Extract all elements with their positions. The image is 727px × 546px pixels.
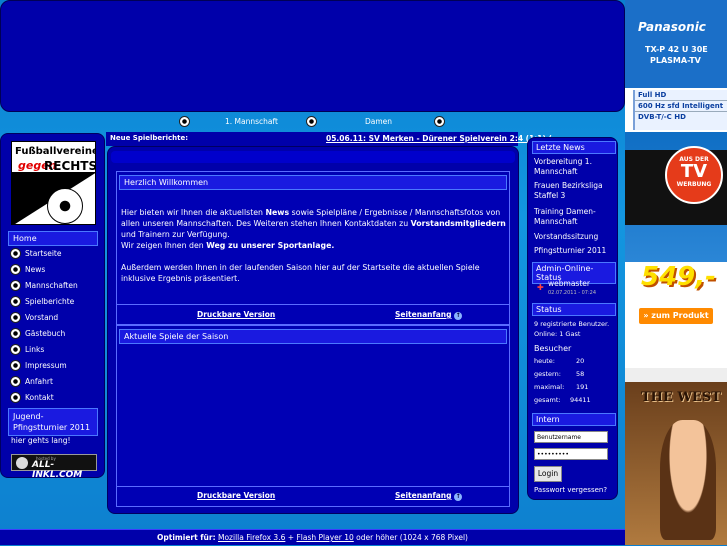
football-icon (10, 312, 21, 323)
menu-item-gaestebuch[interactable]: Gästebuch (10, 326, 65, 341)
football-icon (10, 360, 21, 371)
nav-link-first-team[interactable]: 1. Mannschaft (225, 117, 278, 126)
content-spacer (111, 151, 515, 163)
visitors-heading: Besucher (534, 344, 572, 353)
match-report-ticker: Neue Spielberichte: 05.06.11: SV Merken … (106, 132, 552, 146)
admin-name: webmaster (548, 279, 590, 288)
hoster-logo-icon (16, 457, 28, 469)
advertisement-banner[interactable]: Panasonic TX-P 42 U 30E PLASMA-TV Full H… (625, 0, 727, 545)
header-banner (0, 0, 625, 112)
ad-model: TX-P 42 U 30E (645, 45, 708, 54)
football-icon (10, 392, 21, 403)
board-members-link[interactable]: Vorstandsmitgliedern (411, 219, 506, 228)
football-icon (10, 280, 21, 291)
status-heading: Status (532, 303, 616, 316)
news-item[interactable]: Vorbereitung 1. Mannschaft (534, 157, 614, 177)
online-guests: Online: 1 Gast (534, 330, 581, 338)
welcome-title: Herzlich Willkommen (119, 175, 507, 190)
top-navigation: 1. Mannschaft Damen (107, 112, 517, 132)
menu-item-links[interactable]: Links (10, 342, 44, 357)
visitor-stat: heute: 20 (534, 357, 585, 365)
menu-item-startseite[interactable]: Startseite (10, 246, 61, 261)
intern-heading: Intern (532, 413, 616, 426)
football-icon (10, 248, 21, 259)
football-icon (10, 328, 21, 339)
visitor-stat: maximal: 191 (534, 383, 589, 391)
ticker-link[interactable]: 05.06.11: SV Merken - Dürener Spielverei… (326, 134, 552, 143)
left-sidebar: Fußballvereine gegen RECHTS Home Startse… (0, 133, 105, 480)
user-offline-icon: ✚ (537, 283, 544, 292)
arrow-up-icon: ↑ (454, 312, 463, 320)
menu-item-mannschaften[interactable]: Mannschaften (10, 278, 78, 293)
print-version-link[interactable]: Druckbare Version (197, 491, 275, 500)
menu-heading-home: Home (8, 231, 98, 246)
football-icon (10, 376, 21, 387)
username-field[interactable] (534, 431, 608, 443)
ad-price: 549,- (641, 262, 716, 292)
football-icon (179, 116, 190, 127)
divider (117, 486, 509, 487)
menu-item-spielberichte[interactable]: Spielberichte (10, 294, 74, 309)
football-icon (10, 296, 21, 307)
news-item[interactable]: Pfingstturnier 2011 (534, 246, 618, 256)
menu-item-kontakt[interactable]: Kontakt (10, 390, 54, 405)
page-top-link[interactable]: Seitenanfang ↑ (395, 491, 463, 501)
menu-item-anfahrt[interactable]: Anfahrt (10, 374, 53, 389)
game-ad-title: THE WEST (641, 390, 721, 405)
flash-link[interactable]: Flash Player 10 (296, 533, 353, 542)
visitor-stat: gesamt: 94411 (534, 396, 591, 404)
football-icon (10, 344, 21, 355)
divider (117, 304, 509, 305)
ad-type: PLASMA-TV (650, 56, 701, 65)
visitor-stat: gestern: 58 (534, 370, 585, 378)
menu-item-impressum[interactable]: Impressum (10, 358, 67, 373)
main-content: Herzlich Willkommen Hier bieten wir Ihne… (107, 146, 519, 514)
tournament-heading: Jugend-Pfingstturnier 2011 (8, 408, 98, 436)
directions-link[interactable]: Weg zu unserer Sportanlage. (206, 241, 334, 250)
ad-retailer: EURONICS (637, 343, 701, 356)
footer: Optimiert für: Mozilla Firefox 3.6 + Fla… (0, 529, 625, 545)
tournament-link[interactable]: hier gehts lang! (11, 436, 70, 445)
football-icon (434, 116, 445, 127)
news-item[interactable]: Frauen Bezirksliga Staffel 3 (534, 181, 614, 201)
club-logo: Fußballvereine gegen RECHTS (11, 141, 96, 225)
news-item[interactable]: Vorstandssitzung (534, 232, 618, 242)
welcome-box: Herzlich Willkommen Hier bieten wir Ihne… (116, 171, 510, 325)
cowboy-character (660, 420, 716, 540)
hoster-badge[interactable]: hosted by ALL-INKL.COM (11, 454, 97, 480)
menu-item-vorstand[interactable]: Vorstand (10, 310, 58, 325)
firefox-link[interactable]: Mozilla Firefox 3.6 (218, 533, 285, 542)
forgot-password-link[interactable]: Passwort vergessen? (534, 486, 607, 494)
tv-ad-badge: AUS DER TV WERBUNG (665, 146, 723, 204)
menu-item-news[interactable]: News (10, 262, 45, 277)
arrow-up-icon: ↑ (454, 493, 463, 501)
registered-users: 9 registrierte Benutzer. (534, 320, 610, 328)
product-button[interactable]: » zum Produkt (639, 308, 713, 324)
games-box: Aktuelle Spiele der Saison Druckbare Ver… (116, 325, 510, 507)
news-link[interactable]: News (265, 208, 289, 217)
ticker-label: Neue Spielberichte: (110, 134, 189, 142)
page-top-link[interactable]: Seitenanfang ↑ (395, 310, 463, 320)
right-sidebar: Letzte News Vorbereitung 1. Mannschaft F… (527, 137, 618, 500)
news-heading: Letzte News (532, 141, 616, 154)
nav-link-women[interactable]: Damen (365, 117, 392, 126)
print-version-link[interactable]: Druckbare Version (197, 310, 275, 319)
games-title: Aktuelle Spiele der Saison (119, 329, 507, 344)
welcome-text: Hier bieten wir Ihnen die aktuellsten Ne… (121, 208, 506, 283)
admin-last-seen: 02.07.2011 - 07:24 (548, 290, 597, 296)
login-button[interactable]: Login (534, 466, 562, 482)
football-icon (10, 264, 21, 275)
ad-brand: Panasonic (638, 20, 706, 34)
news-item[interactable]: Training Damen-Mannschaft (534, 207, 614, 227)
football-icon (306, 116, 317, 127)
password-field[interactable] (534, 448, 608, 460)
football-icon (47, 188, 83, 224)
